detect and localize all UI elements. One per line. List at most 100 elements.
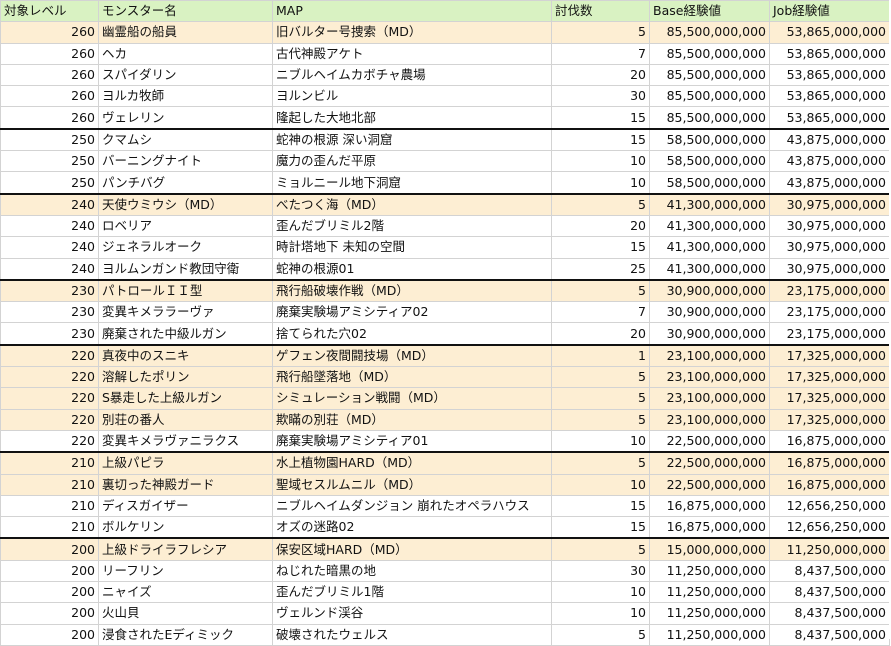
cell-monster[interactable]: パンチバグ: [98, 171, 273, 195]
cell-map[interactable]: 飛行船破壊作戦（MD）: [272, 278, 552, 303]
cell-monster[interactable]: 火山貝: [98, 602, 273, 625]
cell-level[interactable]: 210: [0, 516, 99, 539]
cell-base-exp[interactable]: 41,300,000,000: [649, 214, 770, 238]
cell-count[interactable]: 5: [551, 623, 650, 646]
cell-level[interactable]: 250: [0, 150, 99, 173]
cell-level[interactable]: 220: [0, 387, 99, 410]
header-cell-job-exp[interactable]: Job経験値: [769, 0, 890, 23]
cell-base-exp[interactable]: 58,500,000,000: [649, 127, 770, 152]
cell-job-exp[interactable]: 53,865,000,000: [769, 63, 890, 87]
cell-monster[interactable]: ボルケリン: [98, 516, 273, 539]
cell-job-exp[interactable]: 43,875,000,000: [769, 150, 890, 173]
cell-base-exp[interactable]: 16,875,000,000: [649, 494, 770, 518]
header-cell-base-exp[interactable]: Base経験値: [649, 0, 770, 23]
cell-monster[interactable]: 変異キメララーヴァ: [98, 301, 273, 324]
cell-map[interactable]: ヴェルンド渓谷: [272, 602, 552, 625]
cell-count[interactable]: 10: [551, 171, 650, 195]
cell-map[interactable]: 欺瞞の別荘（MD）: [272, 408, 552, 431]
cell-count[interactable]: 7: [551, 42, 650, 65]
cell-level[interactable]: 220: [0, 343, 99, 368]
cell-level[interactable]: 230: [0, 301, 99, 324]
cell-base-exp[interactable]: 30,900,000,000: [649, 301, 770, 324]
cell-map[interactable]: 水上植物園HARD（MD）: [272, 451, 552, 475]
cell-level[interactable]: 250: [0, 127, 99, 152]
cell-base-exp[interactable]: 85,500,000,000: [649, 85, 770, 108]
cell-map[interactable]: 時計塔地下 未知の空間: [272, 236, 552, 259]
cell-count[interactable]: 15: [551, 106, 650, 130]
cell-base-exp[interactable]: 41,300,000,000: [649, 192, 770, 216]
cell-monster[interactable]: 真夜中のスニキ: [98, 343, 273, 368]
cell-level[interactable]: 260: [0, 85, 99, 108]
cell-map[interactable]: 魔力の歪んだ平原: [272, 150, 552, 173]
cell-job-exp[interactable]: 23,175,000,000: [769, 301, 890, 324]
cell-count[interactable]: 15: [551, 236, 650, 259]
cell-job-exp[interactable]: 8,437,500,000: [769, 602, 890, 625]
cell-monster[interactable]: リーフリン: [98, 559, 273, 583]
cell-map[interactable]: ねじれた暗黒の地: [272, 559, 552, 583]
cell-count[interactable]: 15: [551, 127, 650, 152]
cell-count[interactable]: 10: [551, 429, 650, 453]
cell-count[interactable]: 10: [551, 581, 650, 604]
cell-monster[interactable]: ヘカ: [98, 42, 273, 65]
cell-map[interactable]: 捨てられた穴02: [272, 322, 552, 346]
cell-count[interactable]: 5: [551, 278, 650, 303]
cell-monster[interactable]: 上級ドライラフレシア: [98, 537, 273, 561]
cell-job-exp[interactable]: 30,975,000,000: [769, 257, 890, 281]
cell-map[interactable]: 歪んだブリミル2階: [272, 214, 552, 238]
cell-job-exp[interactable]: 12,656,250,000: [769, 494, 890, 518]
cell-count[interactable]: 15: [551, 494, 650, 518]
cell-base-exp[interactable]: 58,500,000,000: [649, 171, 770, 195]
cell-level[interactable]: 230: [0, 322, 99, 346]
cell-count[interactable]: 5: [551, 21, 650, 44]
cell-count[interactable]: 5: [551, 408, 650, 431]
cell-map[interactable]: 保安区域HARD（MD）: [272, 537, 552, 561]
cell-monster[interactable]: 幽霊船の船員: [98, 21, 273, 44]
cell-job-exp[interactable]: 8,437,500,000: [769, 623, 890, 646]
cell-job-exp[interactable]: 16,875,000,000: [769, 429, 890, 453]
cell-level[interactable]: 200: [0, 537, 99, 561]
cell-level[interactable]: 210: [0, 494, 99, 518]
cell-base-exp[interactable]: 11,250,000,000: [649, 602, 770, 625]
header-cell-map[interactable]: MAP: [272, 0, 552, 23]
cell-base-exp[interactable]: 41,300,000,000: [649, 236, 770, 259]
cell-count[interactable]: 10: [551, 602, 650, 625]
cell-base-exp[interactable]: 16,875,000,000: [649, 516, 770, 539]
cell-monster[interactable]: 上級パピラ: [98, 451, 273, 475]
cell-map[interactable]: 聖域セスルムニル（MD）: [272, 473, 552, 496]
cell-level[interactable]: 200: [0, 623, 99, 646]
cell-base-exp[interactable]: 85,500,000,000: [649, 21, 770, 44]
cell-map[interactable]: 廃棄実験場アミシティア02: [272, 301, 552, 324]
cell-job-exp[interactable]: 53,865,000,000: [769, 42, 890, 65]
cell-base-exp[interactable]: 85,500,000,000: [649, 63, 770, 87]
cell-map[interactable]: 蛇神の根源 深い洞窟: [272, 127, 552, 152]
cell-count[interactable]: 1: [551, 343, 650, 368]
cell-job-exp[interactable]: 53,865,000,000: [769, 106, 890, 130]
cell-count[interactable]: 30: [551, 85, 650, 108]
cell-monster[interactable]: 天使ウミウシ（MD）: [98, 192, 273, 216]
cell-base-exp[interactable]: 22,500,000,000: [649, 451, 770, 475]
cell-job-exp[interactable]: 12,656,250,000: [769, 516, 890, 539]
cell-count[interactable]: 10: [551, 150, 650, 173]
cell-job-exp[interactable]: 11,250,000,000: [769, 537, 890, 561]
cell-monster[interactable]: ヴェレリン: [98, 106, 273, 130]
cell-count[interactable]: 5: [551, 366, 650, 389]
cell-level[interactable]: 200: [0, 559, 99, 583]
cell-base-exp[interactable]: 11,250,000,000: [649, 559, 770, 583]
cell-base-exp[interactable]: 23,100,000,000: [649, 366, 770, 389]
cell-map[interactable]: 隆起した大地北部: [272, 106, 552, 130]
cell-monster[interactable]: パトロールＩＩ型: [98, 278, 273, 303]
cell-base-exp[interactable]: 11,250,000,000: [649, 581, 770, 604]
cell-count[interactable]: 15: [551, 516, 650, 539]
cell-base-exp[interactable]: 30,900,000,000: [649, 322, 770, 346]
cell-count[interactable]: 10: [551, 473, 650, 496]
cell-base-exp[interactable]: 22,500,000,000: [649, 473, 770, 496]
cell-map[interactable]: ヨルンビル: [272, 85, 552, 108]
cell-monster[interactable]: ヨルカ牧師: [98, 85, 273, 108]
cell-job-exp[interactable]: 23,175,000,000: [769, 278, 890, 303]
cell-map[interactable]: オズの迷路02: [272, 516, 552, 539]
cell-map[interactable]: 破壊されたウェルス: [272, 623, 552, 646]
cell-map[interactable]: べたつく海（MD）: [272, 192, 552, 216]
cell-monster[interactable]: 別荘の番人: [98, 408, 273, 431]
cell-monster[interactable]: クマムシ: [98, 127, 273, 152]
cell-count[interactable]: 5: [551, 192, 650, 216]
